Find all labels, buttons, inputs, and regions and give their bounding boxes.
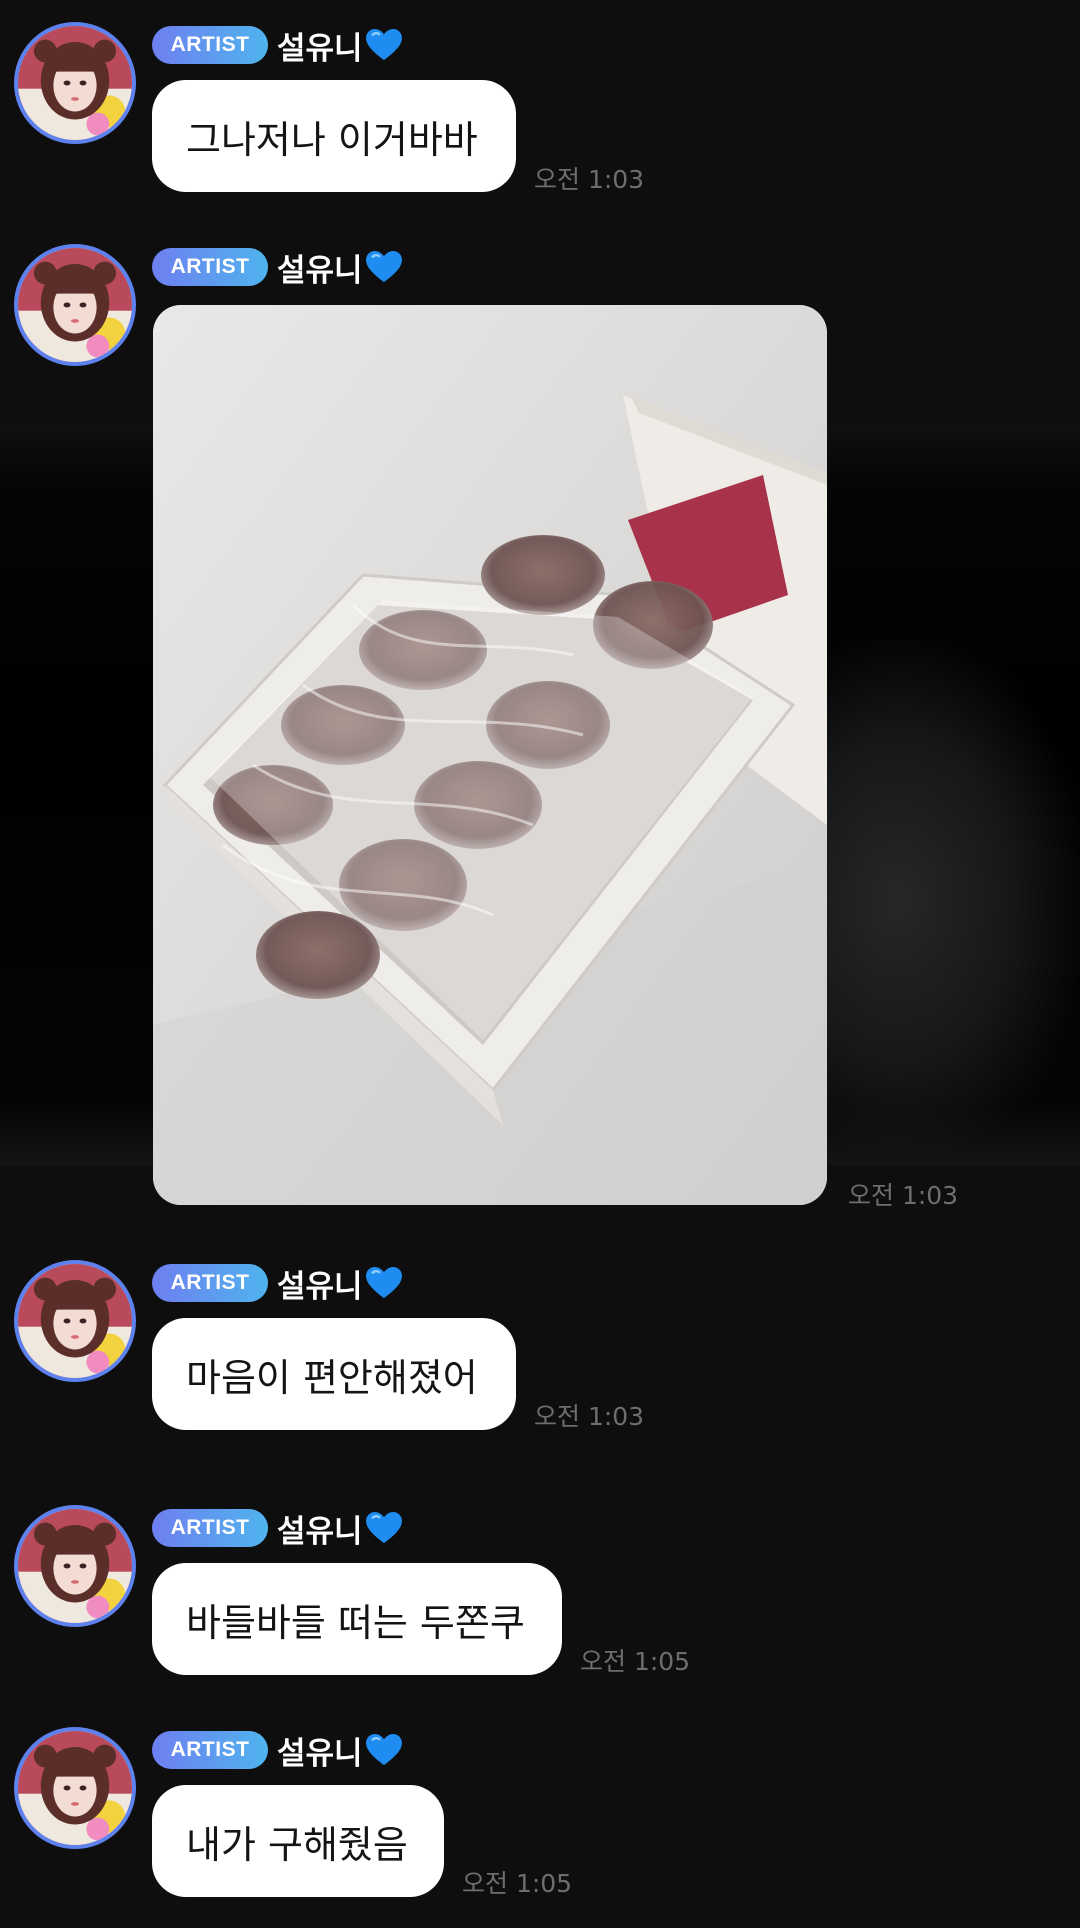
- message-time: 오전 1:03: [534, 165, 645, 194]
- shared-photo[interactable]: [153, 305, 827, 1205]
- sender-name: 설유니: [277, 30, 363, 67]
- blue-heart-icon: [365, 250, 403, 284]
- sender-name: 설유니: [277, 1268, 363, 1305]
- avatar[interactable]: [14, 1260, 136, 1382]
- blue-heart-icon: [365, 1266, 403, 1300]
- blue-heart-icon: [365, 28, 403, 62]
- avatar[interactable]: [14, 1505, 136, 1627]
- artist-badge: ARTIST: [152, 1509, 268, 1547]
- artist-badge: ARTIST: [152, 248, 268, 286]
- sender-name: 설유니: [277, 252, 363, 289]
- avatar[interactable]: [14, 1727, 136, 1849]
- sender-name: 설유니: [277, 1513, 363, 1550]
- sender-row: ARTIST 설유니: [152, 248, 403, 289]
- blue-heart-icon: [365, 1733, 403, 1767]
- artist-badge: ARTIST: [152, 1731, 268, 1769]
- message-time: 오전 1:03: [848, 1181, 959, 1210]
- sender-row: ARTIST 설유니: [152, 1731, 403, 1772]
- sender-row: ARTIST 설유니: [152, 1509, 403, 1550]
- message-time: 오전 1:03: [534, 1402, 645, 1431]
- sender-row: ARTIST 설유니: [152, 1264, 403, 1305]
- message-bubble[interactable]: 마음이 편안해졌어: [152, 1318, 516, 1430]
- blue-heart-icon: [365, 1511, 403, 1545]
- message-time: 오전 1:05: [462, 1869, 573, 1898]
- message-bubble[interactable]: 바들바들 떠는 두쫀쿠: [152, 1563, 562, 1675]
- avatar[interactable]: [14, 244, 136, 366]
- message-bubble[interactable]: 그나저나 이거바바: [152, 80, 516, 192]
- message-bubble[interactable]: 내가 구해줬음: [152, 1785, 444, 1897]
- avatar[interactable]: [14, 22, 136, 144]
- background-umbrella: [820, 640, 1080, 1160]
- sender-name: 설유니: [277, 1735, 363, 1772]
- sender-row: ARTIST 설유니: [152, 26, 403, 67]
- artist-badge: ARTIST: [152, 26, 268, 64]
- artist-badge: ARTIST: [152, 1264, 268, 1302]
- message-time: 오전 1:05: [580, 1647, 691, 1676]
